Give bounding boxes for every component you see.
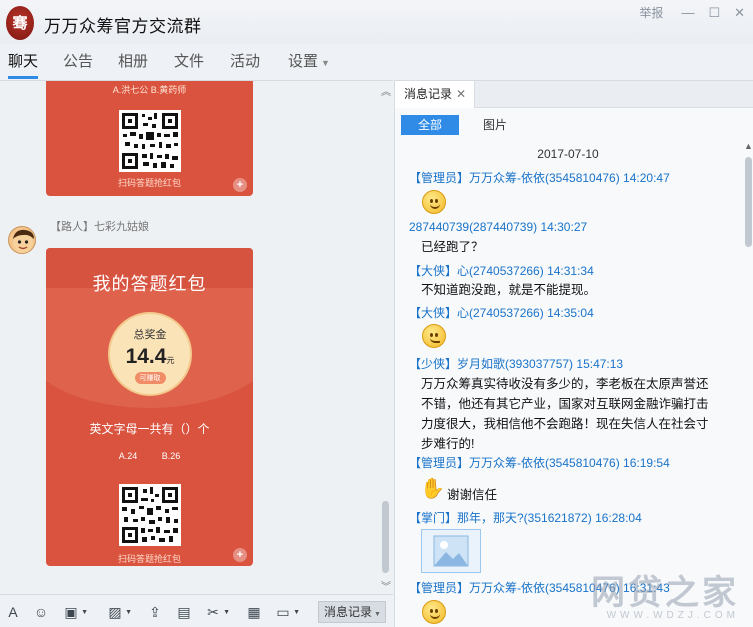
message-meta: 【少侠】岁月如歌(393037757) 15:47:13	[409, 357, 624, 371]
smirk-emoji-icon	[422, 324, 446, 348]
scissors-icon[interactable]: ✂ ▼	[204, 603, 230, 621]
tab-settings-label: 设置	[288, 53, 319, 70]
message-text: 谢谢信任	[447, 488, 498, 502]
scroll-up-icon[interactable]: ︽	[381, 83, 391, 98]
image-icon[interactable]: ▨ ▼	[106, 603, 132, 621]
prize-unit: 元	[166, 356, 175, 365]
tab-activities[interactable]: 活动	[230, 50, 260, 71]
avatar[interactable]	[8, 226, 36, 254]
red-packet-card[interactable]: A.洪七公 B.黄药师 扫码答题抢红包 +	[46, 81, 253, 196]
tab-chat[interactable]: 聊天	[8, 50, 39, 79]
chevron-down-icon: ▼	[321, 58, 330, 68]
tab-announcements[interactable]: 公告	[63, 50, 93, 71]
sender-name: 【路人】七彩九姑娘	[50, 221, 149, 233]
tab-album[interactable]: 相册	[118, 50, 148, 71]
message-meta: 【管理员】万万众筹-依依(3545810476) 16:19:54	[409, 456, 670, 470]
prize-badge: 总奖金 14.4元 可赚取	[108, 312, 192, 396]
chat-bubble-icon[interactable]: ▭ ▼	[274, 603, 300, 621]
scrollbar-thumb[interactable]	[745, 157, 752, 247]
filter-images-button[interactable]: 图片	[483, 115, 507, 135]
message-text: 不知道跑没跑，就是不能提现。	[421, 283, 597, 297]
message-history-button[interactable]: 消息记录 ▼	[318, 601, 386, 623]
minimize-icon[interactable]: —	[681, 5, 694, 20]
red-packet-caption: 扫码答题抢红包	[117, 554, 181, 564]
close-icon[interactable]: ✕	[734, 5, 745, 21]
message-meta: 【掌门】那年，那天?(351621872) 16:28:04	[409, 511, 642, 525]
red-packet-card[interactable]: 我的答题红包 总奖金 14.4元 可赚取 英文字母一共有（）个 A.24 B.2…	[46, 248, 253, 566]
chevron-down-icon: ▼	[372, 611, 381, 618]
tab-message-history-label: 消息记录	[404, 87, 453, 101]
message-text: 力度很大，我相信他不会跑路！现在失信人在社会寸	[421, 417, 709, 431]
history-scrollbar[interactable]: ▲	[743, 141, 753, 627]
thanks-emoji-icon: ✋	[420, 478, 445, 500]
message-meta: 287440739(287440739) 14:30:27	[409, 220, 588, 234]
red-packet-caption: 扫码答题抢红包	[117, 178, 181, 188]
message-text: 万万众筹真实待收没有多少的，李老板在太原声誉还	[421, 377, 709, 391]
gift-icon[interactable]: ▤	[175, 603, 193, 621]
image-placeholder-icon[interactable]	[421, 529, 481, 573]
title-bar: 骞 万万众筹官方交流群 举报 — ☐ ✕	[0, 0, 753, 44]
folder-icon[interactable]: ▦	[245, 603, 263, 621]
emoji-icon[interactable]: ☺	[32, 603, 50, 621]
tab-message-history[interactable]: 消息记录 ✕	[395, 81, 475, 108]
history-tab-bar: 消息记录 ✕	[395, 81, 753, 108]
gif-icon[interactable]: ▣ ▼	[62, 603, 88, 621]
zoom-in-icon[interactable]: +	[233, 178, 247, 192]
message-text: 已经跑了？	[421, 240, 484, 254]
maximize-icon[interactable]: ☐	[708, 5, 720, 21]
report-button[interactable]: 举报	[639, 4, 663, 21]
close-icon[interactable]: ✕	[456, 81, 466, 108]
tab-bar: 聊天 公告 相册 文件 活动 设置 ▼	[0, 44, 753, 79]
quiz-question: 英文字母一共有（）个	[89, 422, 210, 436]
history-date: 2017-07-10	[537, 147, 599, 161]
zoom-in-icon[interactable]: +	[233, 548, 247, 562]
tab-files[interactable]: 文件	[174, 50, 204, 71]
qr-code-icon	[118, 110, 181, 172]
tab-settings[interactable]: 设置 ▼	[288, 50, 330, 71]
red-packet-options: A.洪七公 B.黄药师	[112, 85, 187, 95]
prize-label: 总奖金	[133, 329, 167, 341]
group-avatar[interactable]: 骞	[6, 6, 34, 40]
chat-scrollbar[interactable]: ︽ ︾	[379, 81, 393, 594]
watermark: 网贷之家 WWW.WDZJ.COM	[591, 565, 739, 621]
filter-all-button[interactable]: 全部	[401, 115, 459, 135]
qr-code-icon	[119, 484, 181, 546]
chat-messages[interactable]: A.洪七公 B.黄药师 扫码答题抢红包 + 【路人】七彩九姑娘 我的答题红包 总…	[0, 80, 393, 594]
prize-status: 可赚取	[134, 372, 166, 384]
smile-emoji-icon	[422, 600, 446, 624]
message-history-label: 消息记录	[324, 605, 373, 619]
group-title: 万万众筹官方交流群	[44, 17, 202, 36]
upload-icon[interactable]: ⇪	[146, 603, 164, 621]
message-meta: 【大侠】心(2740537266) 14:35:04	[409, 306, 594, 320]
smile-emoji-icon	[422, 190, 446, 214]
window-controls: 举报 — ☐ ✕	[639, 4, 745, 21]
message-meta: 【管理员】万万众筹-依依(3545810476) 14:20:47	[409, 171, 670, 185]
prize-amount: 14.4	[125, 345, 167, 368]
input-toolbar: A ☺ ▣ ▼ ▨ ▼ ⇪ ▤ ✂ ▼ ▦ ▭ ▼ 消息记录 ▼	[0, 594, 393, 627]
quiz-answers: A.24 B.26	[118, 451, 181, 461]
scrollbar-thumb[interactable]	[382, 501, 389, 573]
history-filters: 全部 图片	[395, 109, 753, 141]
scroll-up-icon[interactable]: ▲	[744, 141, 753, 151]
history-log[interactable]: 2017-07-10 【管理员】万万众筹-依依(3545810476) 14:2…	[395, 143, 741, 627]
scroll-down-icon[interactable]: ︾	[381, 578, 391, 593]
history-panel: 消息记录 ✕ 全部 图片 2017-07-10 【管理员】万万众筹-依依(354…	[394, 80, 753, 627]
message-text: 不错，他还有其它产业，国家对互联网金融诈骗打击	[421, 397, 709, 411]
red-packet-title: 我的答题红包	[92, 274, 207, 294]
message-text: 步难行的!	[421, 437, 475, 451]
watermark-sub: WWW.WDZJ.COM	[606, 610, 739, 621]
message-meta: 【大侠】心(2740537266) 14:31:34	[409, 264, 594, 278]
font-icon[interactable]: A	[4, 603, 22, 621]
watermark-main: 网贷之家	[591, 574, 739, 612]
chat-window: 骞 万万众筹官方交流群 举报 — ☐ ✕ 聊天 公告 相册 文件 活动 设置 ▼ …	[0, 0, 753, 627]
